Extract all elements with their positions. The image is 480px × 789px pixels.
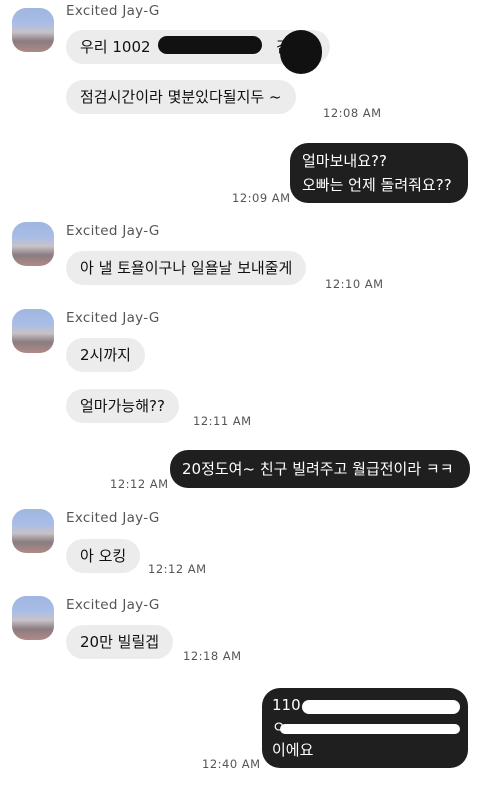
- message-text-line: 오빠는 언제 돌려줘요??: [302, 176, 452, 194]
- sender-name: Excited Jay-G: [66, 310, 160, 326]
- message-timestamp: 12:11 AM: [193, 414, 252, 428]
- sender-avatar[interactable]: [12, 8, 54, 52]
- redaction-mark: [302, 700, 460, 714]
- incoming-message[interactable]: 아 낼 토욜이구나 일욜날 보내줄게: [66, 251, 307, 285]
- incoming-message[interactable]: 아 오킹: [66, 539, 141, 573]
- message-text: 2시까지: [80, 346, 131, 364]
- message-timestamp: 12:08 AM: [323, 106, 382, 120]
- sender-name: Excited Jay-G: [66, 597, 160, 613]
- incoming-message[interactable]: 2시까지: [66, 338, 145, 372]
- sender-avatar[interactable]: [12, 596, 54, 640]
- message-text: 20만 빌릴겝: [80, 633, 160, 651]
- message-text-line: 얼마보내요??: [302, 152, 387, 170]
- incoming-message[interactable]: 20만 빌릴겝: [66, 625, 174, 659]
- message-text: 점검시간이라 몇분있다될지두 ~: [80, 88, 282, 106]
- message-timestamp: 12:18 AM: [183, 649, 242, 663]
- sender-name: Excited Jay-G: [66, 510, 160, 526]
- incoming-message[interactable]: 점검시간이라 몇분있다될지두 ~: [66, 80, 296, 114]
- outgoing-message[interactable]: 20정도여~ 친구 빌려주고 월급전이라 ㅋㅋ: [170, 450, 470, 488]
- sender-avatar[interactable]: [12, 309, 54, 353]
- message-text: 우리 1002: [80, 38, 151, 56]
- redaction-mark: [280, 724, 460, 734]
- message-text: 얼마가능해??: [80, 397, 165, 415]
- message-text: 20정도여~ 친구 빌려주고 월급전이라 ㅋㅋ: [182, 460, 454, 478]
- redaction-mark: [280, 30, 322, 74]
- message-text: 아 오킹: [80, 547, 127, 565]
- message-timestamp: 12:12 AM: [148, 562, 207, 576]
- message-timestamp: 12:40 AM: [202, 757, 261, 771]
- redaction-mark: [158, 36, 262, 54]
- sender-name: Excited Jay-G: [66, 223, 160, 239]
- message-timestamp: 12:12 AM: [110, 477, 169, 491]
- message-timestamp: 12:10 AM: [325, 277, 384, 291]
- message-text: 아 낼 토욜이구나 일욜날 보내줄게: [80, 259, 293, 277]
- message-text-line: 이에요: [272, 741, 314, 759]
- outgoing-message[interactable]: 얼마보내요?? 오빠는 언제 돌려줘요??: [290, 143, 468, 203]
- sender-avatar[interactable]: [12, 509, 54, 553]
- sender-avatar[interactable]: [12, 222, 54, 266]
- message-timestamp: 12:09 AM: [232, 191, 291, 205]
- incoming-message[interactable]: 얼마가능해??: [66, 389, 179, 423]
- sender-name: Excited Jay-G: [66, 3, 160, 19]
